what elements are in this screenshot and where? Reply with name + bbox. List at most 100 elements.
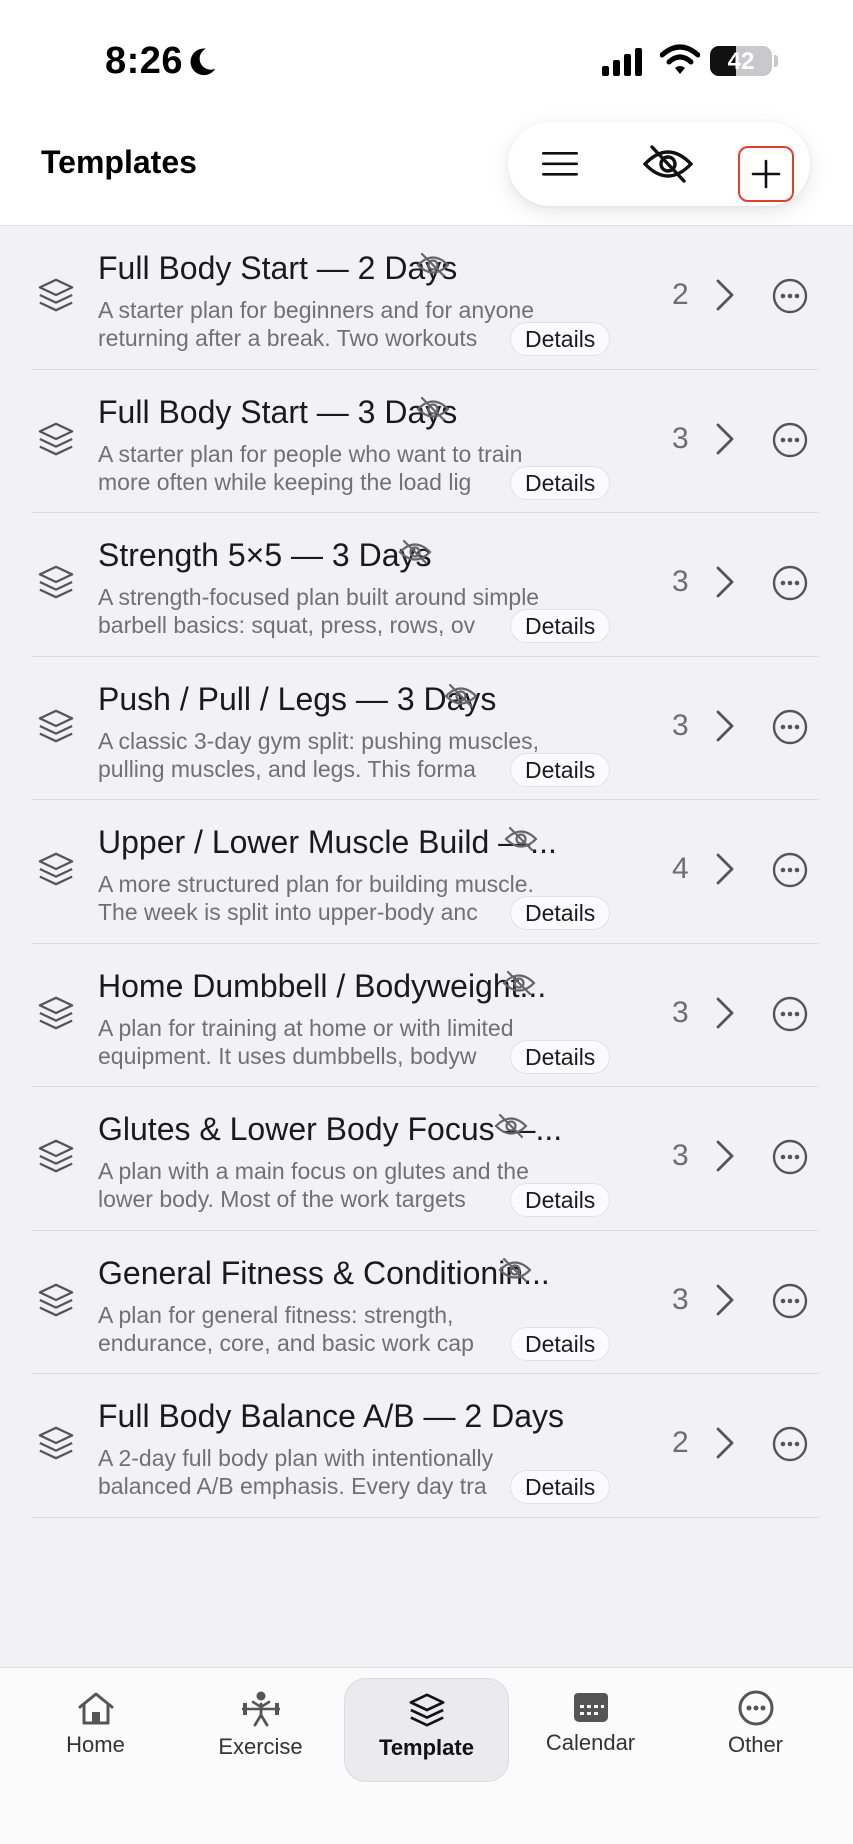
template-list: Full Body Start — 2 Days A starter plan … [0, 226, 853, 1518]
description-line-2: balanced A/B emphasis. Every day tra [98, 1473, 487, 1499]
more-options-icon[interactable] [772, 1283, 808, 1324]
more-options-icon[interactable] [772, 565, 808, 606]
template-description: A starter plan for people who want to tr… [98, 440, 538, 496]
more-options-icon[interactable] [772, 278, 808, 319]
header-toolbar [508, 122, 810, 206]
description-line-1: A classic 3-day gym split: pushing muscl… [98, 727, 538, 754]
battery-nub [774, 55, 778, 67]
chevron-right-icon[interactable] [714, 1283, 736, 1322]
plus-icon [751, 159, 781, 189]
more-options-icon[interactable] [772, 709, 808, 750]
description-line-2: equipment. It uses dumbbells, bodyw [98, 1042, 477, 1069]
template-description: A strength-focused plan built around sim… [98, 583, 538, 639]
template-row[interactable]: Strength 5×5 — 3 Days A strength-focused… [32, 513, 819, 657]
description-line-1: A more structured plan for building musc… [98, 871, 534, 897]
more-icon [738, 1690, 773, 1726]
template-row[interactable]: Glutes & Lower Body Focus —... A plan wi… [32, 1087, 819, 1231]
template-row[interactable]: Full Body Start — 2 Days A starter plan … [32, 226, 819, 370]
template-title: Glutes & Lower Body Focus —... [98, 1111, 563, 1147]
details-button[interactable]: Details [510, 1039, 611, 1074]
wifi-icon [659, 44, 701, 81]
template-title: Push / Pull / Legs — 3 Days [98, 680, 497, 717]
layers-icon [409, 1693, 444, 1727]
tab-label: Exercise [218, 1734, 303, 1759]
chevron-right-icon[interactable] [714, 422, 736, 461]
hidden-eye-icon [494, 1113, 528, 1144]
tab-home[interactable]: Home [13, 1678, 178, 1782]
template-title: Home Dumbbell / Bodyweight... [98, 967, 547, 1004]
layers-icon [37, 563, 77, 603]
toggle-hidden-button[interactable] [636, 132, 700, 196]
home-icon [78, 1692, 113, 1725]
workout-count: 3 [672, 1282, 689, 1316]
hidden-eye-icon [504, 826, 538, 857]
template-description: A plan for general fitness: strength, en… [98, 1301, 538, 1357]
hidden-eye-icon [502, 970, 536, 1001]
workout-count: 3 [672, 421, 689, 455]
template-row[interactable]: Full Body Balance A/B — 2 Days A 2-day f… [32, 1374, 819, 1518]
layers-icon [37, 276, 77, 316]
workout-count: 2 [672, 1426, 689, 1459]
menu-button[interactable] [528, 132, 592, 196]
template-row[interactable]: Push / Pull / Legs — 3 Days A classic 3-… [32, 657, 819, 800]
description-line-1: A starter plan for people who want to tr… [98, 440, 523, 467]
layers-icon [37, 1137, 77, 1177]
template-row[interactable]: Upper / Lower Muscle Build —... A more s… [32, 800, 819, 944]
details-button[interactable]: Details [510, 1183, 611, 1217]
template-title: Full Body Balance A/B — 2 Days [98, 1398, 564, 1434]
template-row[interactable]: Full Body Start — 3 Days A starter plan … [32, 370, 819, 513]
exercise-icon [241, 1691, 280, 1727]
template-title: General Fitness & Conditionin... [98, 1254, 550, 1291]
description-line-1: A 2-day full body plan with intentionall… [98, 1445, 494, 1471]
chevron-right-icon[interactable] [714, 565, 736, 604]
layers-icon [37, 1424, 77, 1464]
tab-exercise[interactable]: Exercise [178, 1678, 343, 1782]
chevron-right-icon[interactable] [714, 1426, 736, 1465]
description-line-1: A starter plan for beginners and for any… [98, 297, 535, 323]
description-line-1: A plan with a main focus on glutes and t… [98, 1158, 529, 1184]
status-bar: 8:26 42 [0, 0, 853, 110]
header: Templates [0, 110, 853, 226]
calendar-icon [573, 1693, 608, 1722]
details-button[interactable]: Details [510, 609, 611, 643]
template-title: Full Body Start — 3 Days [98, 393, 458, 430]
template-description: A classic 3-day gym split: pushing muscl… [98, 727, 538, 783]
chevron-right-icon[interactable] [714, 852, 736, 891]
layers-icon [37, 994, 77, 1034]
layers-icon [37, 420, 77, 460]
workout-count: 3 [672, 565, 689, 598]
details-button[interactable]: Details [510, 322, 611, 356]
tab-template[interactable]: Template [344, 1678, 509, 1782]
description-line-2: returning after a break. Two workouts [98, 325, 478, 351]
chevron-right-icon[interactable] [714, 1139, 736, 1178]
more-options-icon[interactable] [772, 852, 808, 893]
workout-count: 3 [672, 708, 689, 742]
details-button[interactable]: Details [510, 896, 611, 930]
template-row[interactable]: Home Dumbbell / Bodyweight... A plan for… [32, 944, 819, 1087]
more-options-icon[interactable] [772, 1139, 808, 1180]
template-description: A plan with a main focus on glutes and t… [98, 1157, 538, 1213]
chevron-right-icon[interactable] [714, 709, 736, 748]
template-row[interactable]: General Fitness & Conditionin... A plan … [32, 1231, 819, 1374]
details-button[interactable]: Details [510, 1470, 611, 1504]
description-line-2: endurance, core, and basic work cap [98, 1329, 474, 1356]
details-button[interactable]: Details [510, 752, 611, 787]
more-options-icon[interactable] [772, 1426, 808, 1467]
chevron-right-icon[interactable] [714, 996, 736, 1035]
tab-calendar[interactable]: Calendar [508, 1678, 673, 1782]
hidden-eye-icon [444, 683, 478, 714]
description-line-2: The week is split into upper-body anc [98, 899, 478, 925]
tab-other[interactable]: Other [673, 1678, 838, 1782]
add-template-button[interactable] [738, 146, 794, 202]
details-button[interactable]: Details [510, 1326, 611, 1361]
layers-icon [37, 707, 77, 747]
more-options-icon[interactable] [772, 996, 808, 1037]
chevron-right-icon[interactable] [714, 278, 736, 317]
template-title: Strength 5×5 — 3 Days [98, 537, 432, 573]
details-button[interactable]: Details [510, 465, 611, 500]
workout-count: 4 [672, 852, 689, 885]
hidden-eye-icon [416, 396, 450, 427]
workout-count: 2 [672, 278, 689, 311]
more-options-icon[interactable] [772, 422, 808, 463]
tab-label: Home [66, 1732, 125, 1757]
